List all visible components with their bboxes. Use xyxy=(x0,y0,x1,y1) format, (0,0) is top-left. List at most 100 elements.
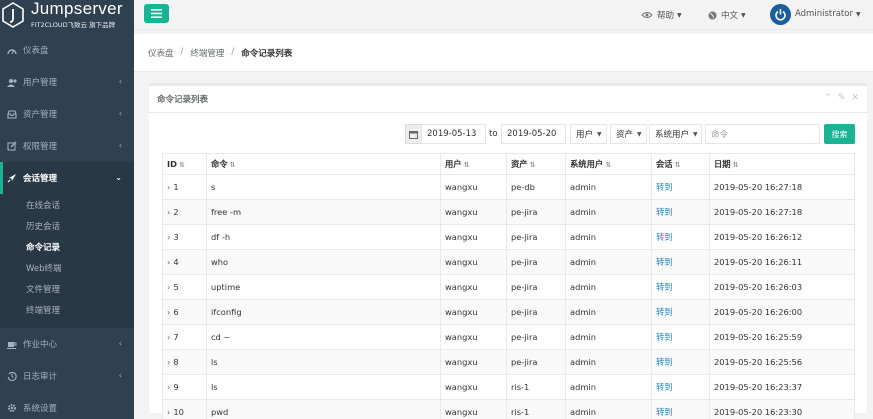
table-row[interactable]: › 10 pwd wangxu ris-1 admin 转到 2019-05-20 16:23… xyxy=(162,399,855,419)
row-id: 5 xyxy=(173,282,179,292)
session-goto-link[interactable]: 转到 xyxy=(656,357,673,367)
command-search-input[interactable]: 命令 xyxy=(705,124,820,144)
panel-title: 命令记录列表 xyxy=(157,95,209,105)
session-goto-link[interactable]: 转到 xyxy=(656,232,673,242)
cell-command: free -m xyxy=(206,199,441,225)
cell-session: 转到 xyxy=(651,174,710,200)
brand: Jumpserver FIT2CLOUD飞致云 旗下品牌 xyxy=(0,0,134,36)
cell-command: cd ~ xyxy=(206,324,441,350)
table-row[interactable]: › 2 free -m wangxu pe-jira admin 转到 2019-05-20 … xyxy=(162,199,855,225)
asset-select-value: 资产 xyxy=(616,130,634,140)
table-row[interactable]: › 6 ifconfig wangxu pe-jira admin 转到 2019-05-20… xyxy=(162,299,855,325)
table-row[interactable]: › 1 s wangxu pe-db admin 转到 2019-05-20 16:27:18 xyxy=(162,174,855,200)
sidebar-item-settings[interactable]: 系统设置 xyxy=(0,392,134,419)
sidebar-item-jobs[interactable]: 作业中心 ‹ xyxy=(0,328,134,360)
system-user-select[interactable]: 系统用户 ▼ xyxy=(649,124,702,144)
date-to-input[interactable]: 2019-05-20 xyxy=(501,124,566,144)
search-button[interactable]: 搜索 xyxy=(824,124,855,144)
sidebar-item-label: 系统设置 xyxy=(23,404,58,414)
sidebar-subitem-online-sessions[interactable]: 在线会话 xyxy=(0,196,134,217)
wrench-icon[interactable]: ✎ xyxy=(838,93,846,103)
avatar[interactable] xyxy=(770,4,791,25)
sidebar-subitem-history-sessions[interactable]: 历史会话 xyxy=(0,217,134,238)
expand-row-icon[interactable]: › xyxy=(167,182,170,192)
session-goto-link[interactable]: 转到 xyxy=(656,332,673,342)
column-header-system-user[interactable]: 系统用户 ⇅ xyxy=(565,153,652,175)
table-row[interactable]: › 8 ls wangxu pe-jira admin 转到 2019-05-20 16:25… xyxy=(162,349,855,375)
topbar: 帮助 ▼ 中文 ▼ Administrator ▼ xyxy=(134,0,873,30)
expand-row-icon[interactable]: › xyxy=(167,382,170,392)
asset-select[interactable]: 资产 ▼ xyxy=(610,124,647,144)
table-row[interactable]: › 9 ls wangxu ris-1 admin 转到 2019-05-20 16:23:3… xyxy=(162,374,855,400)
sidebar-item-sessions[interactable]: 会话管理 ⌄ xyxy=(0,162,134,194)
breadcrumb-item-terminal[interactable]: 终端管理 xyxy=(190,47,224,59)
chevron-left-icon: ‹ xyxy=(118,371,122,380)
cell-date: 2019-05-20 16:23:30 xyxy=(709,399,855,419)
help-menu[interactable]: 帮助 ▼ xyxy=(641,9,682,21)
column-header-date[interactable]: 日期 ⇅ xyxy=(709,153,855,175)
sidebar-item-assets[interactable]: 资产管理 ‹ xyxy=(0,98,134,130)
column-header-session[interactable]: 会话 ⇅ xyxy=(651,153,710,175)
cell-system-user: admin xyxy=(565,274,652,300)
cell-date: 2019-05-20 16:25:59 xyxy=(709,324,855,350)
user-menu[interactable]: Administrator ▼ xyxy=(795,9,861,19)
cell-command: who xyxy=(206,249,441,275)
session-goto-link[interactable]: 转到 xyxy=(656,382,673,392)
user-select[interactable]: 用户 ▼ xyxy=(570,124,607,144)
caret-down-icon: ▼ xyxy=(637,130,642,138)
sidebar-subitem-file-manager[interactable]: 文件管理 xyxy=(0,280,134,301)
sidebar-item-audit[interactable]: 日志审计 ‹ xyxy=(0,360,134,392)
expand-row-icon[interactable]: › xyxy=(167,257,170,267)
table-row[interactable]: › 5 uptime wangxu pe-jira admin 转到 2019-05-20 1… xyxy=(162,274,855,300)
column-header-command[interactable]: 命令 ⇅ xyxy=(206,153,441,175)
table-header-row: ID ⇅ 命令 ⇅ 用户 ⇅ 资产 ⇅ 系统用户 ⇅ 会话 ⇅ 日期 ⇅ xyxy=(162,153,855,175)
expand-row-icon[interactable]: › xyxy=(167,307,170,317)
expand-row-icon[interactable]: › xyxy=(167,207,170,217)
sidebar-subitem-terminal-manager[interactable]: 终端管理 xyxy=(0,301,134,322)
history-icon xyxy=(6,370,18,382)
column-header-id[interactable]: ID ⇅ xyxy=(162,153,207,175)
sort-icon: ⇅ xyxy=(732,161,739,169)
cell-id: › 1 xyxy=(162,174,207,200)
cell-user: wangxu xyxy=(440,399,507,419)
session-goto-link[interactable]: 转到 xyxy=(656,257,673,267)
cell-asset: pe-jira xyxy=(506,274,566,300)
sidebar-item-permissions[interactable]: 权限管理 ‹ xyxy=(0,130,134,162)
expand-row-icon[interactable]: › xyxy=(167,332,170,342)
expand-row-icon[interactable]: › xyxy=(167,407,170,417)
sidebar-item-users[interactable]: 用户管理 ‹ xyxy=(0,66,134,98)
cell-user: wangxu xyxy=(440,199,507,225)
session-goto-link[interactable]: 转到 xyxy=(656,182,673,192)
sidebar-subitem-web-terminal[interactable]: Web终端 xyxy=(0,259,134,280)
expand-row-icon[interactable]: › xyxy=(167,357,170,367)
inbox-icon xyxy=(6,108,18,120)
table-row[interactable]: › 7 cd ~ wangxu pe-jira admin 转到 2019-05-20 16:… xyxy=(162,324,855,350)
sidebar-item-label: 会话管理 xyxy=(23,174,58,184)
session-goto-link[interactable]: 转到 xyxy=(656,282,673,292)
column-header-asset[interactable]: 资产 ⇅ xyxy=(506,153,566,175)
table-row[interactable]: › 3 df -h wangxu pe-jira admin 转到 2019-05-20 16… xyxy=(162,224,855,250)
close-icon[interactable]: ✕ xyxy=(851,93,859,103)
menu-toggle-button[interactable] xyxy=(144,4,169,23)
session-goto-link[interactable]: 转到 xyxy=(656,207,673,217)
calendar-icon[interactable] xyxy=(405,124,422,144)
sidebar-subitem-command-records[interactable]: 命令记录 xyxy=(0,238,134,259)
cell-system-user: admin xyxy=(565,224,652,250)
row-id: 3 xyxy=(173,232,179,242)
date-from-input[interactable]: 2019-05-13 xyxy=(421,124,486,144)
column-header-user[interactable]: 用户 ⇅ xyxy=(440,153,507,175)
users-icon xyxy=(6,76,18,88)
sidebar-item-dashboard[interactable]: 仪表盘 xyxy=(0,34,134,66)
sort-icon: ⇅ xyxy=(674,161,681,169)
expand-row-icon[interactable]: › xyxy=(167,282,170,292)
eye-icon xyxy=(641,12,653,18)
session-goto-link[interactable]: 转到 xyxy=(656,407,673,417)
session-goto-link[interactable]: 转到 xyxy=(656,307,673,317)
language-menu[interactable]: 中文 ▼ xyxy=(708,9,746,21)
cell-session: 转到 xyxy=(651,249,710,275)
cell-command: pwd xyxy=(206,399,441,419)
breadcrumb-item-dashboard[interactable]: 仪表盘 xyxy=(148,47,174,59)
expand-row-icon[interactable]: › xyxy=(167,232,170,242)
collapse-icon[interactable]: ⌃ xyxy=(824,93,832,103)
table-row[interactable]: › 4 who wangxu pe-jira admin 转到 2019-05-20 16:2… xyxy=(162,249,855,275)
